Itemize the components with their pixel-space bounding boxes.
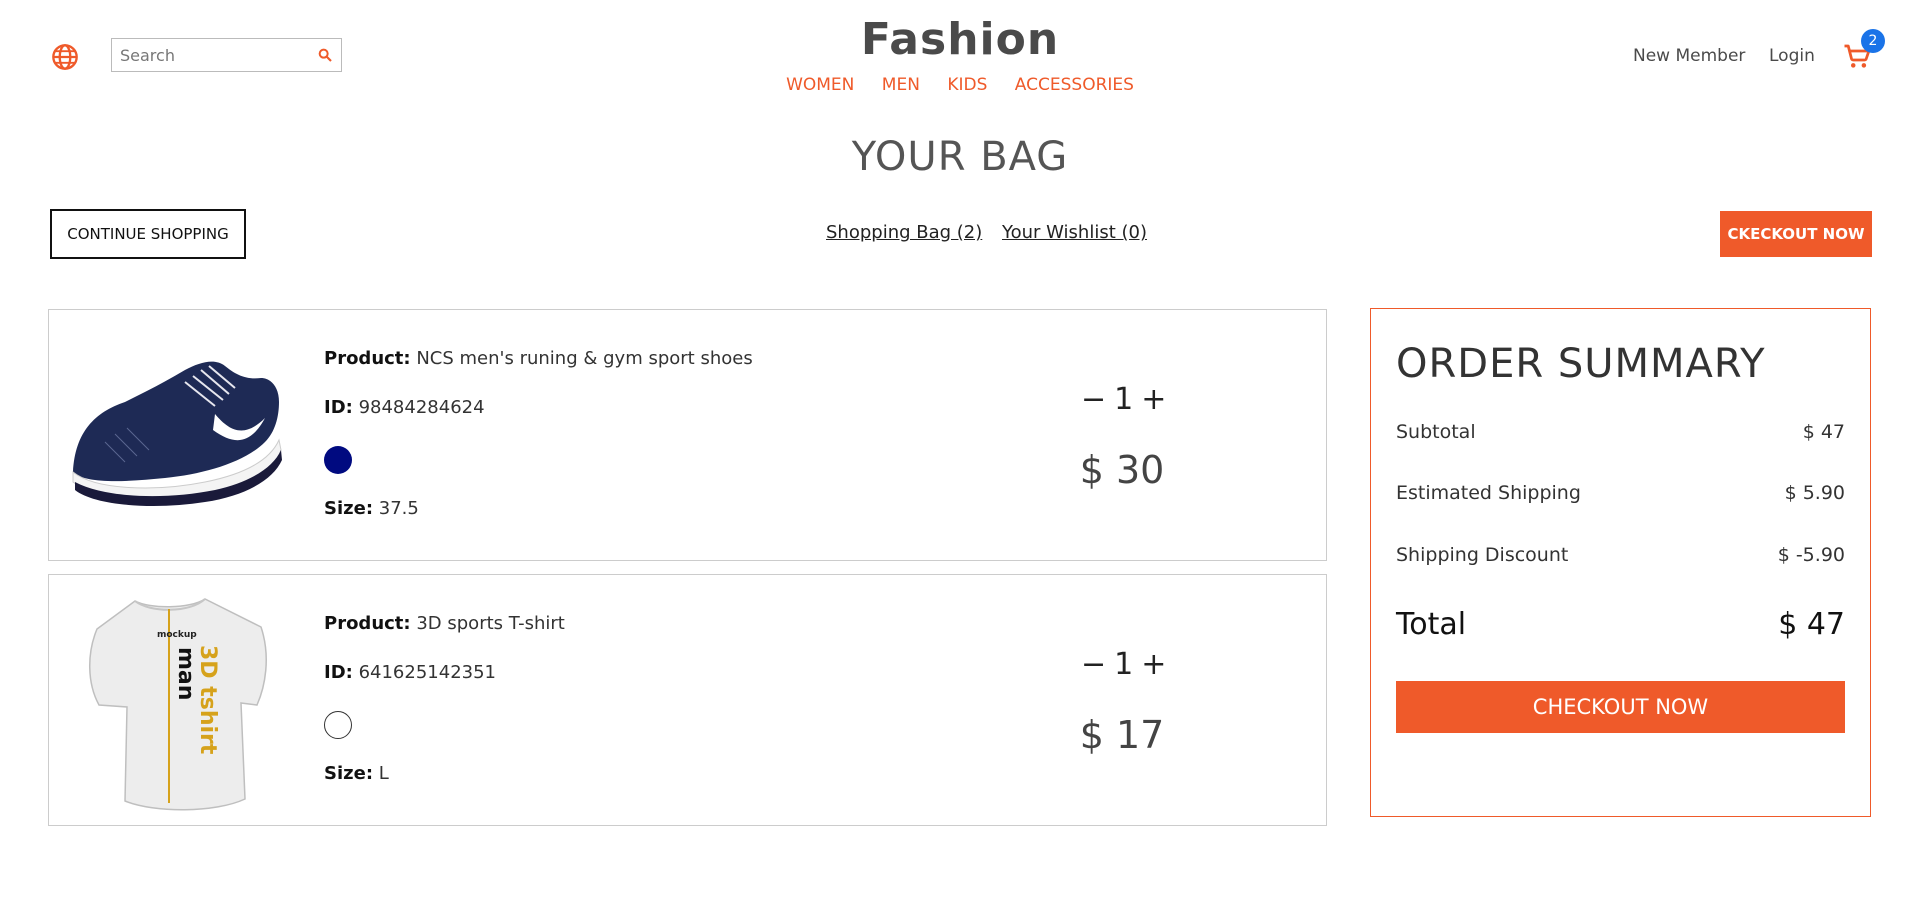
shipping-label: Estimated Shipping [1396, 482, 1581, 504]
product-line: Product: NCS men's runing & gym sport sh… [324, 348, 753, 369]
cart-item: mockup man 3D tshirt Product: 3D sports … [48, 574, 1327, 826]
product-label: Product: [324, 613, 411, 634]
summary-row-subtotal: Subtotal $ 47 [1396, 421, 1845, 443]
size-label: Size: [324, 498, 374, 519]
product-size: 37.5 [378, 498, 419, 519]
id-line: ID: 641625142351 [324, 662, 496, 683]
tab-shopping-bag[interactable]: Shopping Bag (2) [826, 222, 982, 243]
quantity-stepper: −1 + [1077, 647, 1167, 682]
product-name: NCS men's runing & gym sport shoes [416, 348, 753, 369]
size-line: Size: 37.5 [324, 498, 419, 519]
product-id: 641625142351 [358, 662, 497, 683]
tshirt-text-mockup: mockup [157, 630, 197, 640]
product-label: Product: [324, 348, 411, 369]
continue-shopping-button[interactable]: CONTINUE SHOPPING [50, 209, 246, 259]
tab-wishlist[interactable]: Your Wishlist (0) [1002, 222, 1147, 243]
quantity-value: 1 [1114, 647, 1134, 682]
decrease-button[interactable]: − [1081, 647, 1106, 682]
product-image-shoe [72, 361, 282, 506]
subtotal-value: $ 47 [1802, 421, 1845, 443]
decrease-button[interactable]: − [1081, 382, 1106, 417]
checkout-top-button[interactable]: CKECKOUT NOW [1720, 211, 1872, 257]
cart-item: Product: NCS men's runing & gym sport sh… [48, 309, 1327, 561]
subtotal-label: Subtotal [1396, 421, 1476, 443]
nav-men[interactable]: MEN [882, 75, 920, 95]
discount-label: Shipping Discount [1396, 544, 1569, 566]
id-label: ID: [324, 397, 353, 418]
size-line: Size: L [324, 763, 389, 784]
total-label: Total [1396, 607, 1467, 642]
id-label: ID: [324, 662, 353, 683]
nav-women[interactable]: WOMEN [786, 75, 854, 95]
shipping-value: $ 5.90 [1784, 482, 1845, 504]
increase-button[interactable]: + [1141, 647, 1166, 682]
nav-accessories[interactable]: ACCESSORIES [1015, 75, 1134, 95]
quantity-value: 1 [1114, 382, 1134, 417]
order-summary: ORDER SUMMARY Subtotal $ 47 Estimated Sh… [1370, 308, 1871, 817]
product-image-tshirt: mockup man 3D tshirt [89, 598, 267, 811]
summary-row-discount: Shipping Discount $ -5.90 [1396, 544, 1845, 566]
color-swatch[interactable] [324, 711, 352, 739]
checkout-button[interactable]: CHECKOUT NOW [1396, 681, 1845, 733]
discount-value: $ -5.90 [1777, 544, 1845, 566]
item-price: $ 17 [1079, 713, 1165, 757]
site-logo[interactable]: Fashion [0, 14, 1920, 65]
summary-row-shipping: Estimated Shipping $ 5.90 [1396, 482, 1845, 504]
tshirt-text-man: man [173, 647, 198, 700]
total-value: $ 47 [1778, 607, 1845, 642]
product-line: Product: 3D sports T-shirt [324, 613, 565, 634]
product-name: 3D sports T-shirt [416, 613, 565, 634]
item-price: $ 30 [1079, 448, 1165, 492]
tshirt-text-3d: 3D tshirt [195, 645, 220, 755]
size-label: Size: [324, 763, 374, 784]
product-size: L [378, 763, 389, 784]
page-title: YOUR BAG [851, 134, 1069, 180]
login-link[interactable]: Login [1769, 46, 1815, 66]
order-summary-title: ORDER SUMMARY [1396, 341, 1766, 387]
summary-row-total: Total $ 47 [1396, 607, 1845, 642]
id-line: ID: 98484284624 [324, 397, 485, 418]
quantity-stepper: −1 + [1077, 382, 1167, 417]
cart-count-badge: 2 [1861, 29, 1885, 53]
product-id: 98484284624 [358, 397, 485, 418]
increase-button[interactable]: + [1141, 382, 1166, 417]
main-nav: WOMEN MEN KIDS ACCESSORIES [0, 75, 1920, 95]
new-member-link[interactable]: New Member [1633, 46, 1745, 66]
nav-kids[interactable]: KIDS [947, 75, 987, 95]
color-swatch[interactable] [324, 446, 352, 474]
